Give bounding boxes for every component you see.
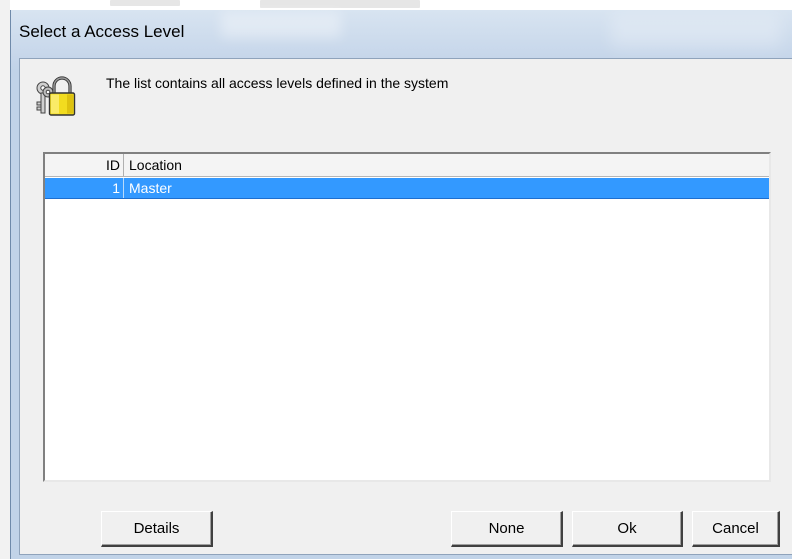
row-location: Master (129, 180, 172, 196)
none-button[interactable]: None (451, 511, 563, 547)
select-access-level-dialog: Select a Access Level The list contains … (10, 10, 792, 559)
keys-lock-icon (36, 76, 76, 116)
row-id: 1 (45, 178, 124, 198)
title-bar[interactable]: Select a Access Level (11, 10, 792, 58)
background-blur (260, 0, 420, 8)
column-header-location[interactable]: Location (125, 154, 769, 176)
title-glow (611, 14, 781, 48)
cancel-button[interactable]: Cancel (692, 511, 780, 547)
access-level-list[interactable]: ID Location 1 Master (43, 152, 771, 482)
list-header: ID Location (45, 154, 769, 177)
title-glow (221, 12, 341, 38)
column-header-id[interactable]: ID (45, 154, 124, 176)
window-title: Select a Access Level (19, 22, 185, 41)
ok-button[interactable]: Ok (572, 511, 683, 547)
list-row[interactable]: 1 Master (45, 178, 769, 199)
background-strip (0, 0, 10, 559)
background-blur (110, 0, 180, 6)
dialog-client-area: The list contains all access levels defi… (19, 58, 792, 555)
info-text: The list contains all access levels defi… (106, 75, 449, 91)
details-button[interactable]: Details (101, 511, 213, 547)
